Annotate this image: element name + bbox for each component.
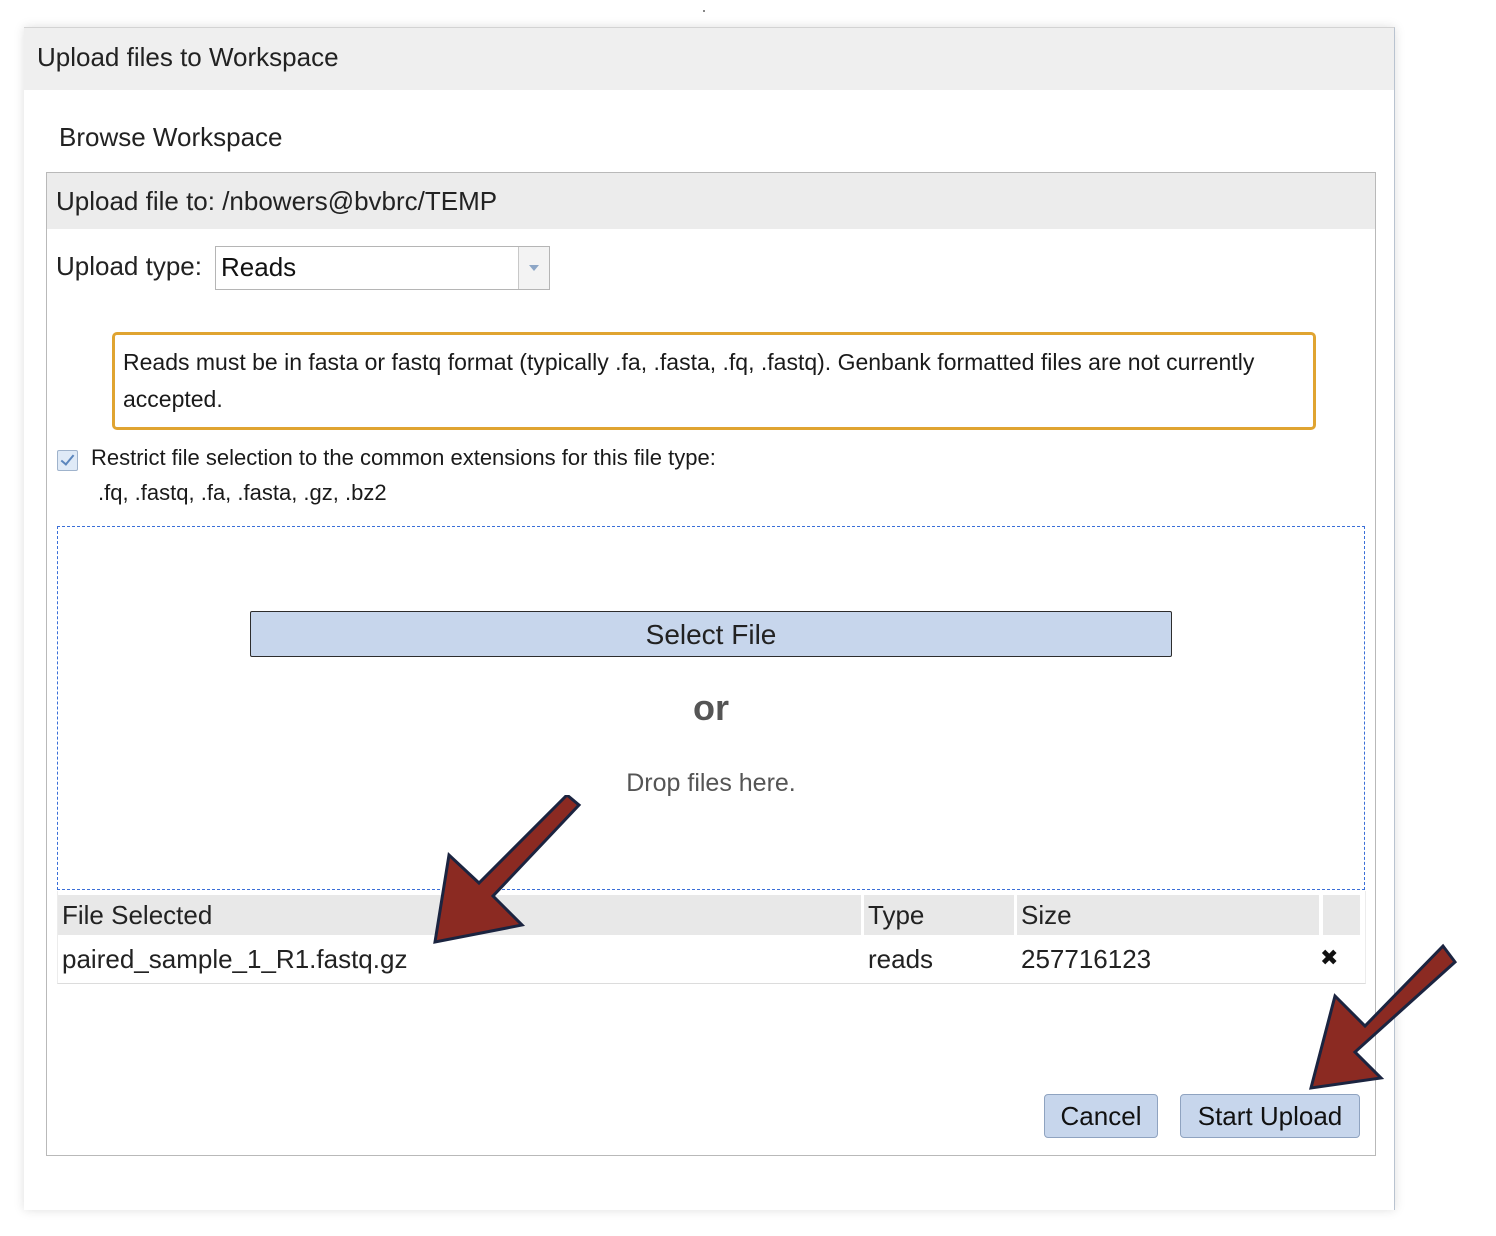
column-header-remove (1323, 895, 1360, 935)
annotation-arrow-file (433, 795, 582, 944)
format-notice: Reads must be in fasta or fastq format (… (112, 332, 1316, 430)
drop-files-hint: Drop files here. (626, 769, 796, 797)
extensions-list: .fq, .fastq, .fa, .fasta, .gz, .bz2 (98, 480, 387, 505)
selected-files-table: File Selected Type Size paired_sample_1_… (57, 891, 1366, 984)
dialog-titlebar[interactable]: Upload files to Workspace (24, 28, 1394, 90)
panel-header: Upload file to: /nbowers@bvbrc/TEMP (47, 173, 1375, 229)
top-dot (703, 10, 705, 12)
chevron-down-icon[interactable] (518, 247, 549, 289)
file-drop-zone[interactable]: Select File or Drop files here. (57, 526, 1365, 890)
file-type-cell: reads (868, 944, 934, 974)
or-separator: or (693, 687, 729, 728)
restrict-extensions-checkbox[interactable] (57, 450, 78, 471)
start-upload-button[interactable]: Start Upload (1180, 1094, 1360, 1138)
upload-type-select[interactable]: Reads (215, 246, 550, 290)
upload-panel: Upload file to: /nbowers@bvbrc/TEMP Uplo… (46, 172, 1376, 1156)
column-header-size: Size (1017, 895, 1319, 935)
file-name-cell: paired_sample_1_R1.fastq.gz (62, 944, 408, 974)
upload-type-value: Reads (221, 252, 297, 282)
column-header-type: Type (864, 895, 1014, 935)
cancel-button[interactable]: Cancel (1044, 1094, 1158, 1138)
dialog-title: Upload files to Workspace (37, 42, 339, 72)
upload-path: Upload file to: /nbowers@bvbrc/TEMP (56, 186, 498, 216)
upload-type-label: Upload type: (56, 251, 202, 281)
upload-dialog: Upload files to Workspace Browse Workspa… (24, 27, 1395, 1210)
file-size-cell: 257716123 (1021, 944, 1152, 974)
annotation-arrow-start-upload (1308, 943, 1458, 1090)
browse-workspace-title: Browse Workspace (59, 122, 283, 152)
restrict-extensions-label: Restrict file selection to the common ex… (91, 445, 716, 470)
select-file-button[interactable]: Select File (250, 611, 1172, 657)
